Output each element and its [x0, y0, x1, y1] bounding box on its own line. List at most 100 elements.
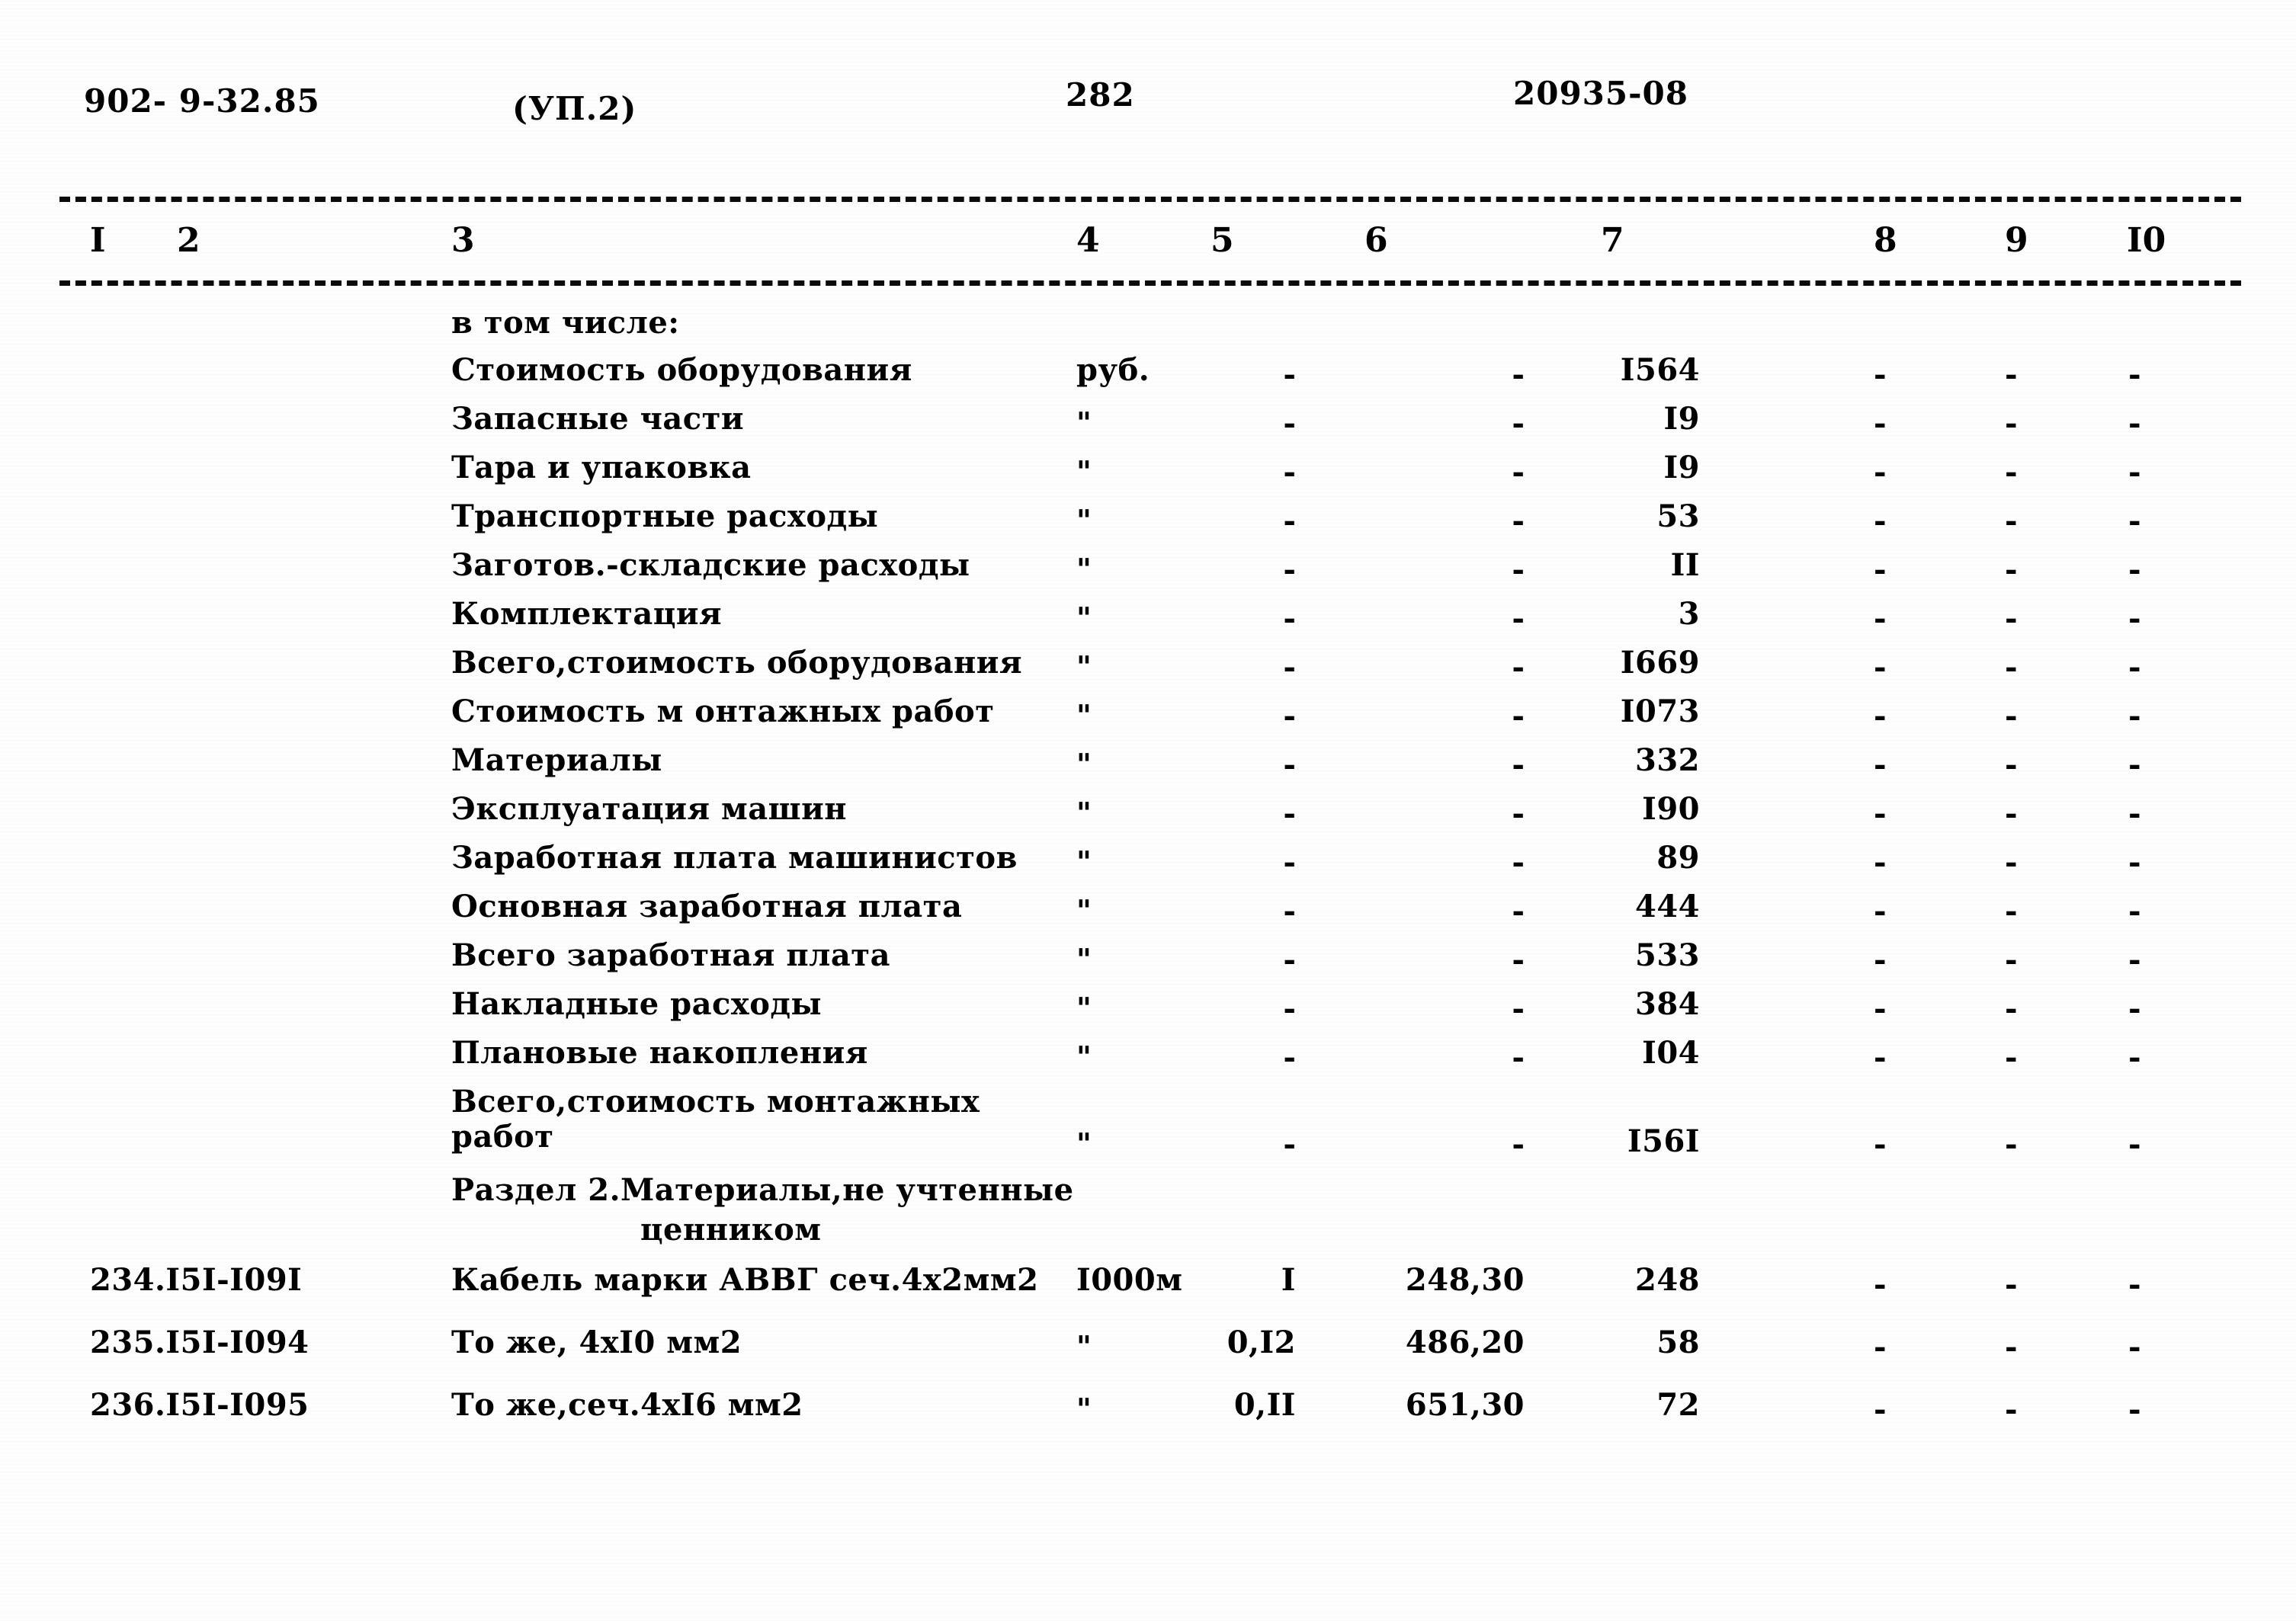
row-col9: -	[2005, 405, 2018, 441]
row-col8: -	[1874, 1126, 1887, 1162]
row-col7: I669	[1620, 645, 1700, 681]
row-col5: -	[1283, 552, 1296, 588]
table-row: Материалы " - - 332 - - -	[0, 742, 2296, 791]
row-unit: "	[1076, 991, 1092, 1025]
row-col8: -	[1874, 405, 1887, 441]
row-col6: 248,30	[1405, 1262, 1525, 1298]
row-col6: -	[1512, 991, 1525, 1027]
row-col5: -	[1283, 405, 1296, 441]
row-col5: -	[1283, 1126, 1296, 1162]
row-col6: -	[1512, 649, 1525, 685]
row-label: Комплектация	[451, 596, 723, 632]
column-number-6: 6	[1364, 221, 1388, 260]
table-row: Стоимость м онтажных работ " - - I073 - - -	[0, 694, 2296, 742]
row-col10: -	[2128, 893, 2141, 929]
row-col8: -	[1874, 942, 1887, 978]
table-row: Комплектация " - - 3 - - -	[0, 596, 2296, 645]
row-col6: -	[1512, 552, 1525, 588]
table-row: Плановые накопления " - - I04 - - -	[0, 1035, 2296, 1084]
row-col5: -	[1283, 649, 1296, 685]
row-unit: "	[1076, 649, 1092, 684]
row-col7: I04	[1642, 1035, 1700, 1071]
row-col10: -	[2128, 1267, 2141, 1302]
row-col10: -	[2128, 1329, 2141, 1365]
row-unit: "	[1076, 503, 1092, 537]
table-rule-bottom	[59, 280, 2241, 286]
column-number-9: 9	[2005, 221, 2028, 260]
row-col10: -	[2128, 991, 2141, 1027]
row-col9: -	[2005, 991, 2018, 1027]
table-row: Всего,стоимость монтажных работ " - - I56I - - -	[0, 1084, 2296, 1172]
row-label: Транспортные расходы	[451, 498, 879, 534]
scanned-sheet: 902- 9-32.85 (УП.2) 282 20935-08 I 2 3 4 5 6 7…	[0, 0, 2296, 1621]
table-row: Основная заработная плата " - - 444 - - -	[0, 889, 2296, 937]
row-unit: "	[1076, 1040, 1092, 1074]
row-col8: -	[1874, 893, 1887, 929]
row-col8: -	[1874, 1392, 1887, 1427]
column-number-10: I0	[2127, 221, 2166, 260]
row-col5: -	[1283, 844, 1296, 880]
row-code: 234.I5I-I09I	[90, 1262, 303, 1298]
row-col8: -	[1874, 747, 1887, 783]
row-label-line1: Всего,стоимость монтажных	[451, 1084, 980, 1120]
row-col8: -	[1874, 503, 1887, 539]
row-col10: -	[2128, 503, 2141, 539]
row-col9: -	[2005, 698, 2018, 734]
row-unit: "	[1076, 454, 1092, 489]
row-col10: -	[2128, 844, 2141, 880]
row-col8: -	[1874, 991, 1887, 1027]
table-row: Накладные расходы " - - 384 - - -	[0, 986, 2296, 1035]
row-col6: -	[1512, 942, 1525, 978]
row-col6: -	[1512, 844, 1525, 880]
row-col8: -	[1874, 601, 1887, 636]
table-rule-top	[59, 197, 2241, 202]
row-col7: I56I	[1627, 1123, 1700, 1159]
row-col7: I564	[1620, 352, 1700, 388]
row-col8: -	[1874, 649, 1887, 685]
row-col8: -	[1874, 552, 1887, 588]
row-col6: -	[1512, 357, 1525, 392]
row-col6: -	[1512, 405, 1525, 441]
table-row: Всего,стоимость оборудования " - - I669 - - -	[0, 645, 2296, 694]
document-page: 902- 9-32.85 (УП.2) 282 20935-08 I 2 3 4 5 6 7…	[0, 0, 2296, 1621]
row-col6: -	[1512, 796, 1525, 831]
row-col10: -	[2128, 405, 2141, 441]
row-col9: -	[2005, 503, 2018, 539]
table-row: Всего заработная плата " - - 533 - - -	[0, 937, 2296, 986]
row-col10: -	[2128, 357, 2141, 392]
row-col9: -	[2005, 454, 2018, 490]
row-label: То же,сеч.4хI6 мм2	[451, 1387, 803, 1423]
row-col9: -	[2005, 844, 2018, 880]
row-col7: 248	[1635, 1262, 1700, 1298]
row-col7: I9	[1663, 401, 1700, 437]
row-col10: -	[2128, 454, 2141, 490]
row-col6: 486,20	[1405, 1325, 1525, 1360]
row-col8: -	[1874, 454, 1887, 490]
row-col9: -	[2005, 1329, 2018, 1365]
row-col7: 53	[1656, 498, 1700, 534]
row-col8: -	[1874, 1040, 1887, 1075]
row-col7: 72	[1656, 1387, 1700, 1423]
row-col5: -	[1283, 1040, 1296, 1075]
row-col7: 533	[1635, 937, 1700, 973]
row-col8: -	[1874, 698, 1887, 734]
row-col8: -	[1874, 357, 1887, 392]
row-col5: 0,I2	[1227, 1325, 1296, 1360]
table-row: Раздел 2.Материалы,не учтенные ценником	[0, 1172, 2296, 1262]
row-col9: -	[2005, 796, 2018, 831]
row-col5: -	[1283, 991, 1296, 1027]
row-col9: -	[2005, 649, 2018, 685]
row-col6: -	[1512, 454, 1525, 490]
row-col10: -	[2128, 698, 2141, 734]
row-col9: -	[2005, 893, 2018, 929]
row-label: Заготов.-складские расходы	[451, 547, 970, 583]
row-col7: 384	[1635, 986, 1700, 1022]
row-col8: -	[1874, 844, 1887, 880]
row-col7: I073	[1620, 694, 1700, 729]
row-col8: -	[1874, 1329, 1887, 1365]
row-col5: -	[1283, 698, 1296, 734]
row-unit: "	[1076, 893, 1092, 927]
row-col6: -	[1512, 1040, 1525, 1075]
row-col9: -	[2005, 942, 2018, 978]
row-col5: I	[1281, 1262, 1296, 1298]
